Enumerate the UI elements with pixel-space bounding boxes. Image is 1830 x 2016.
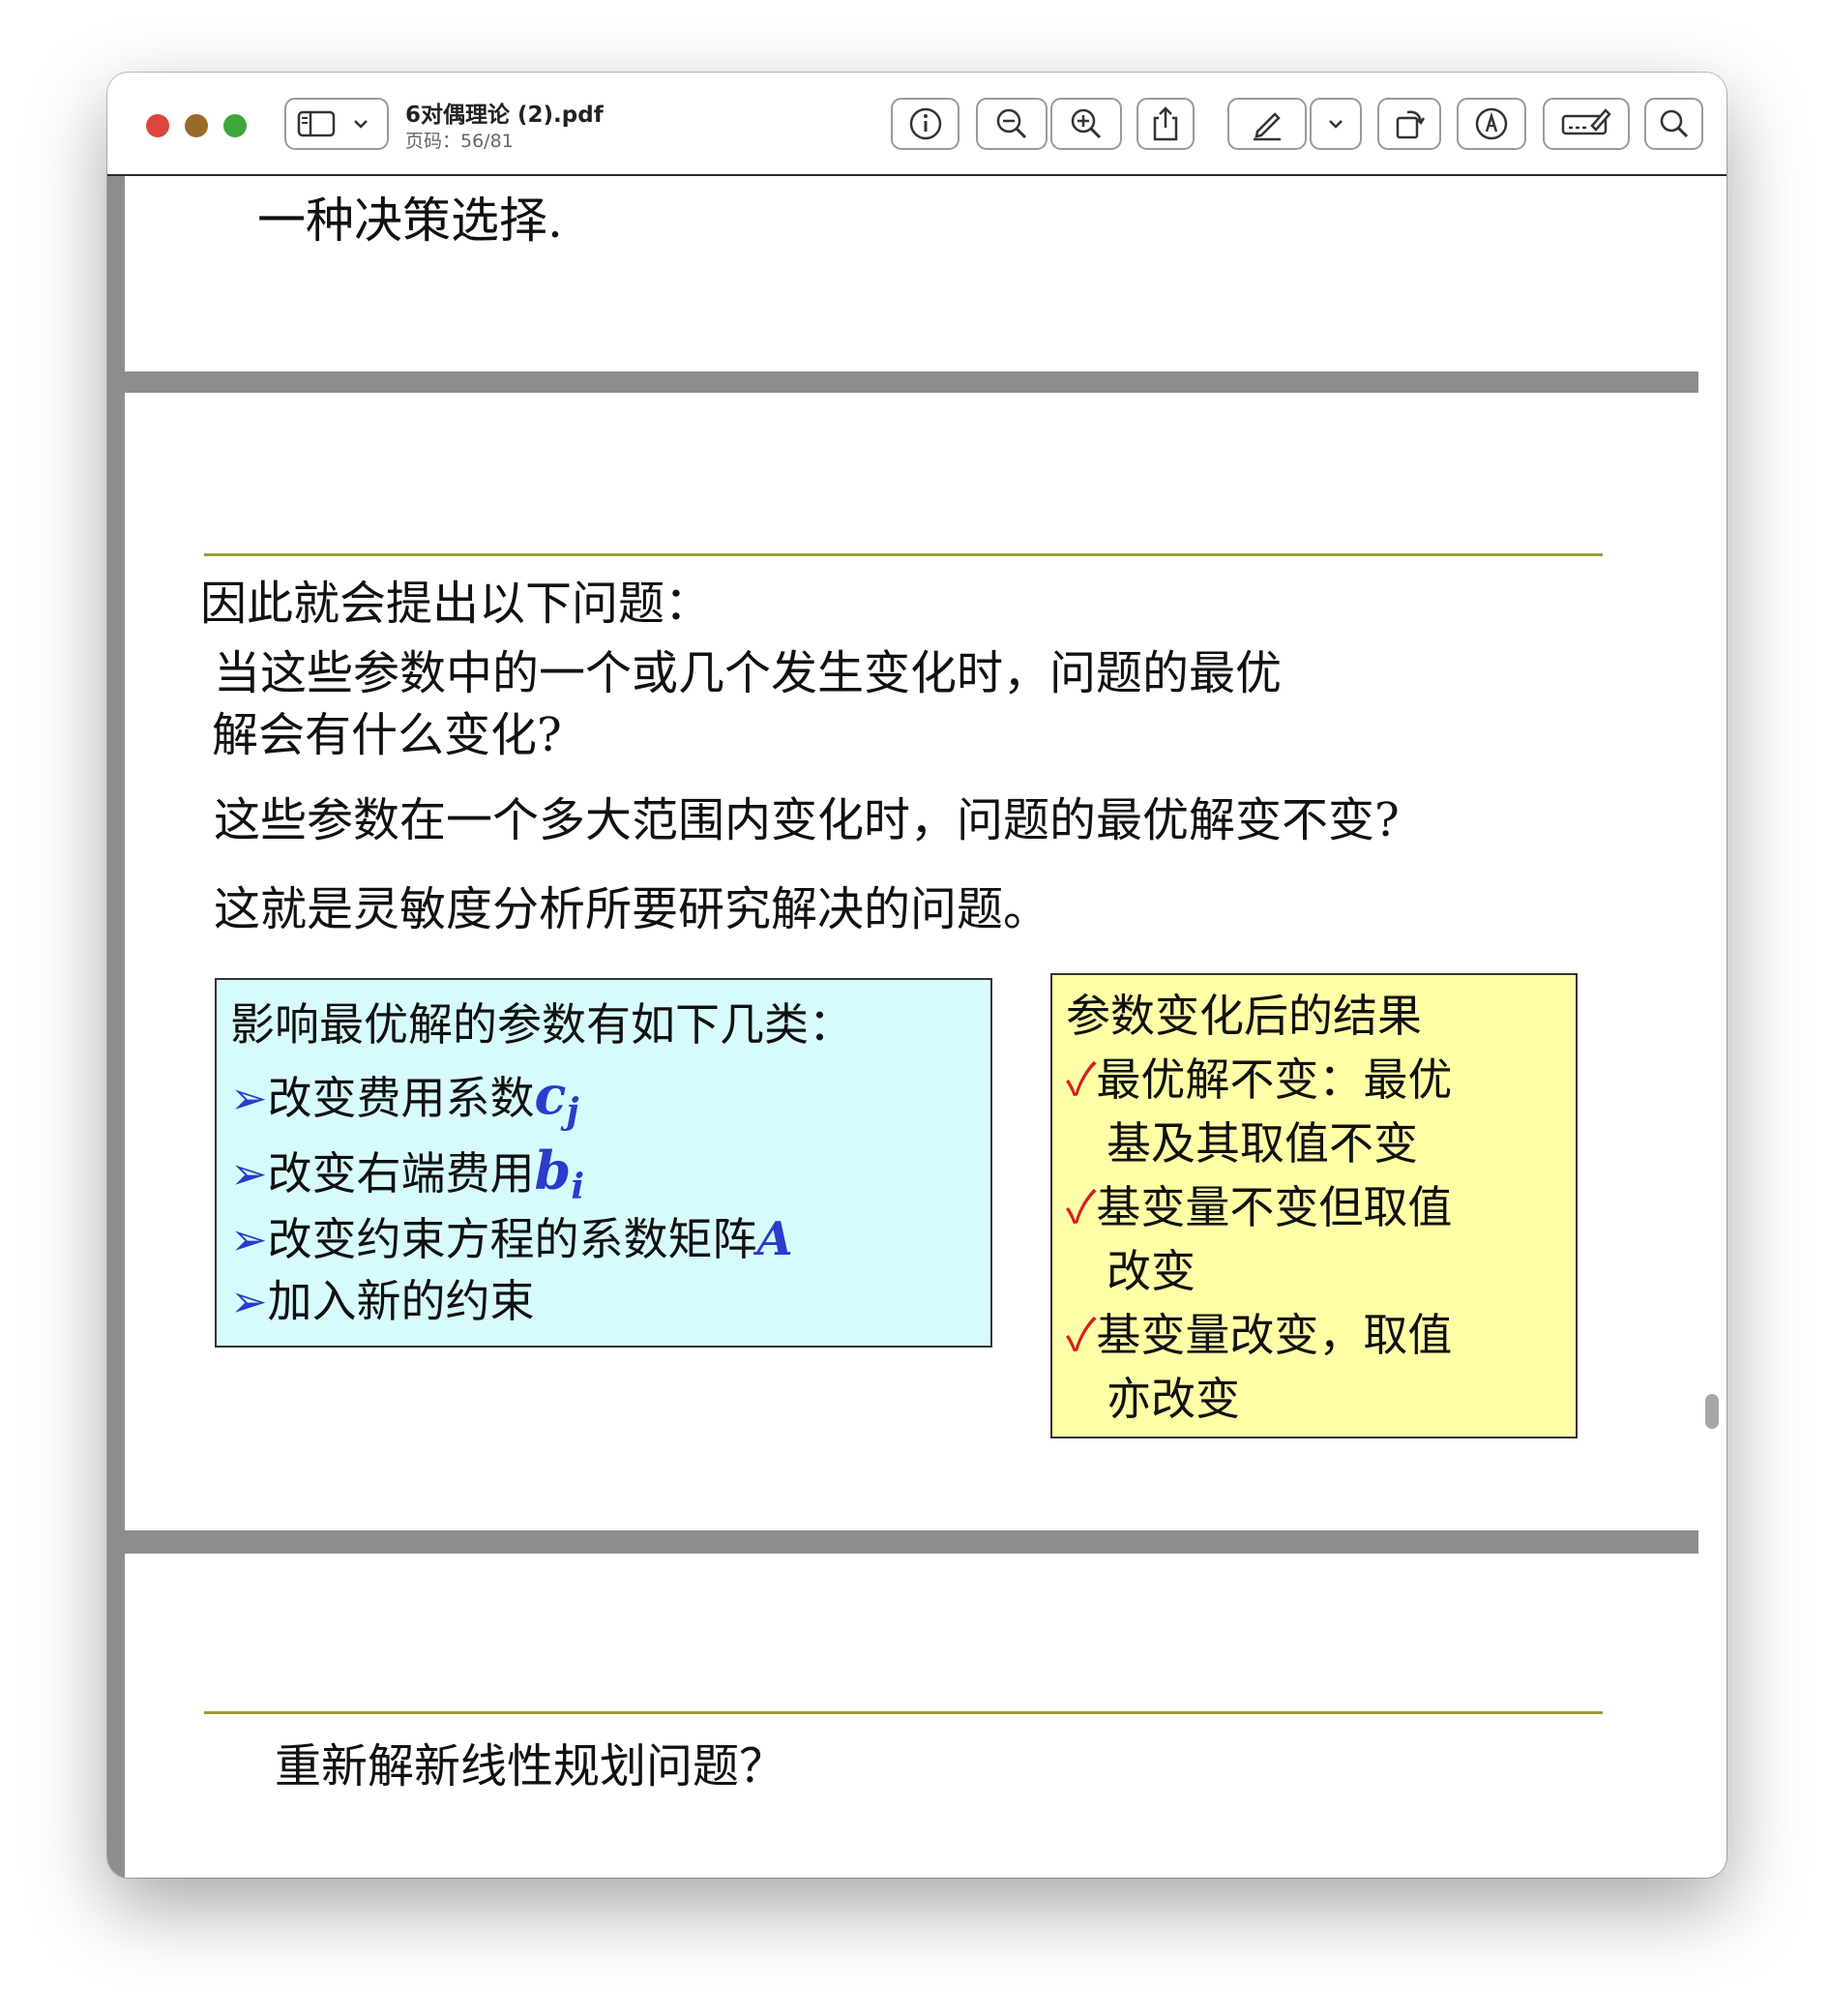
math-subscript: i bbox=[571, 1167, 584, 1208]
question-1-line-2: 解会有什么变化? bbox=[212, 708, 562, 762]
math-variable: c bbox=[534, 1064, 567, 1126]
checkmark-icon: ✓ bbox=[1066, 1181, 1097, 1233]
arrow-bullet-icon: ➢ bbox=[230, 1072, 268, 1124]
math-variable: A bbox=[756, 1212, 793, 1266]
scrollbar-thumb[interactable] bbox=[1705, 1394, 1719, 1429]
result-item-line-1: 基变量改变，取值 bbox=[1096, 1309, 1453, 1361]
rotate-icon bbox=[1396, 110, 1426, 139]
result-item-line-2: 基及其取值不变 bbox=[1107, 1117, 1418, 1170]
annotate-button[interactable] bbox=[1457, 98, 1526, 150]
page-separator bbox=[125, 1530, 1698, 1554]
results-box: 参数变化后的结果 ✓最优解不变：最优 基及其取值不变 ✓基变量不变但取值 改变 … bbox=[1050, 973, 1578, 1438]
current-page: 因此就会提出以下问题： 当这些参数中的一个或几个发生变化时，问题的最优 解会有什… bbox=[125, 393, 1698, 1530]
share-icon bbox=[1153, 106, 1178, 141]
header-rule bbox=[204, 1711, 1603, 1714]
slide-heading: 因此就会提出以下问题： bbox=[200, 577, 712, 631]
result-item: ✓最优解不变：最优 bbox=[1066, 1045, 1452, 1109]
search-icon bbox=[1660, 109, 1688, 138]
sidebar-toggle-button[interactable] bbox=[284, 98, 389, 150]
form-fill-button[interactable] bbox=[1543, 98, 1630, 150]
zoom-out-button[interactable] bbox=[976, 98, 1048, 150]
info-icon bbox=[909, 107, 941, 140]
result-item: ✓基变量改变，取值 bbox=[1066, 1300, 1452, 1364]
checkmark-icon: ✓ bbox=[1066, 1053, 1097, 1106]
markup-icon bbox=[1475, 107, 1508, 140]
list-item-text: 改变约束方程的系数矩阵 bbox=[267, 1213, 757, 1265]
result-item-line-2: 改变 bbox=[1107, 1245, 1195, 1297]
result-item-line-1: 基变量不变但取值 bbox=[1096, 1181, 1453, 1233]
search-button[interactable] bbox=[1644, 98, 1703, 150]
list-item: ➢改变约束方程的系数矩阵A bbox=[230, 1204, 793, 1268]
markup-options-button[interactable] bbox=[1310, 98, 1362, 150]
toolbar: 6对偶理论 (2).pdf 页码：56/81 bbox=[107, 73, 1727, 176]
question-1-line-1: 当这些参数中的一个或几个发生变化时，问题的最优 bbox=[214, 646, 1283, 700]
parameter-types-box: 影响最优解的参数有如下几类： ➢改变费用系数cj ➢改变右端费用bi ➢改变约束… bbox=[215, 978, 992, 1348]
arrow-bullet-icon: ➢ bbox=[230, 1213, 268, 1265]
zoom-window-button[interactable] bbox=[223, 114, 247, 137]
math-variable: b bbox=[534, 1140, 572, 1201]
preview-window: 6对偶理论 (2).pdf 页码：56/81 一种决策选择. 因此就会提出以下问… bbox=[107, 73, 1727, 1878]
zoom-in-button[interactable] bbox=[1050, 98, 1122, 150]
list-item-text: 改变右端费用 bbox=[267, 1147, 535, 1200]
next-page-text: 重新解新线性规划问题？ bbox=[275, 1739, 786, 1794]
info-button[interactable] bbox=[891, 98, 959, 150]
rotate-button[interactable] bbox=[1377, 98, 1441, 150]
header-rule bbox=[204, 553, 1603, 556]
checkmark-icon: ✓ bbox=[1066, 1309, 1097, 1361]
document-title: 6对偶理论 (2).pdf bbox=[405, 103, 604, 128]
page-gutter bbox=[107, 176, 125, 1878]
page-indicator: 页码：56/81 bbox=[405, 131, 514, 152]
list-item-text: 加入新的约束 bbox=[267, 1275, 535, 1327]
result-item-line-1: 最优解不变：最优 bbox=[1096, 1053, 1453, 1106]
previous-page-text: 一种决策选择. bbox=[257, 193, 563, 249]
next-page: 重新解新线性规划问题？ bbox=[125, 1554, 1698, 1878]
list-item: ➢改变右端费用bi bbox=[230, 1139, 584, 1207]
chevron-down-icon bbox=[1329, 120, 1343, 129]
question-2: 这些参数在一个多大范围内变化时，问题的最优解变不变? bbox=[214, 793, 1400, 847]
vertical-scrollbar[interactable] bbox=[1699, 176, 1727, 1878]
arrow-bullet-icon: ➢ bbox=[230, 1147, 268, 1200]
page-separator bbox=[125, 371, 1698, 393]
question-3: 这就是灵敏度分析所要研究解决的问题。 bbox=[214, 882, 1050, 936]
sidebar-icon bbox=[297, 110, 368, 137]
share-button[interactable] bbox=[1136, 98, 1195, 150]
arrow-bullet-icon: ➢ bbox=[230, 1275, 268, 1327]
close-window-button[interactable] bbox=[146, 114, 169, 137]
document-view[interactable]: 一种决策选择. 因此就会提出以下问题： 当这些参数中的一个或几个发生变化时，问题… bbox=[107, 176, 1727, 1878]
results-title: 参数变化后的结果 bbox=[1066, 990, 1422, 1042]
pen-icon bbox=[1254, 112, 1281, 141]
list-item: ➢改变费用系数cj bbox=[230, 1063, 578, 1132]
list-item: ➢加入新的约束 bbox=[230, 1266, 535, 1330]
result-item-line-2: 亦改变 bbox=[1107, 1373, 1240, 1425]
math-subscript: j bbox=[566, 1091, 579, 1133]
parameter-types-title: 影响最优解的参数有如下几类： bbox=[230, 998, 853, 1051]
previous-page: 一种决策选择. bbox=[125, 176, 1698, 371]
list-item-text: 改变费用系数 bbox=[267, 1072, 535, 1124]
markup-pen-button[interactable] bbox=[1227, 98, 1307, 150]
zoom-out-icon bbox=[996, 108, 1027, 139]
form-icon bbox=[1561, 108, 1611, 135]
zoom-in-icon bbox=[1071, 108, 1102, 139]
minimize-window-button[interactable] bbox=[185, 114, 208, 137]
result-item: ✓基变量不变但取值 bbox=[1066, 1172, 1452, 1236]
